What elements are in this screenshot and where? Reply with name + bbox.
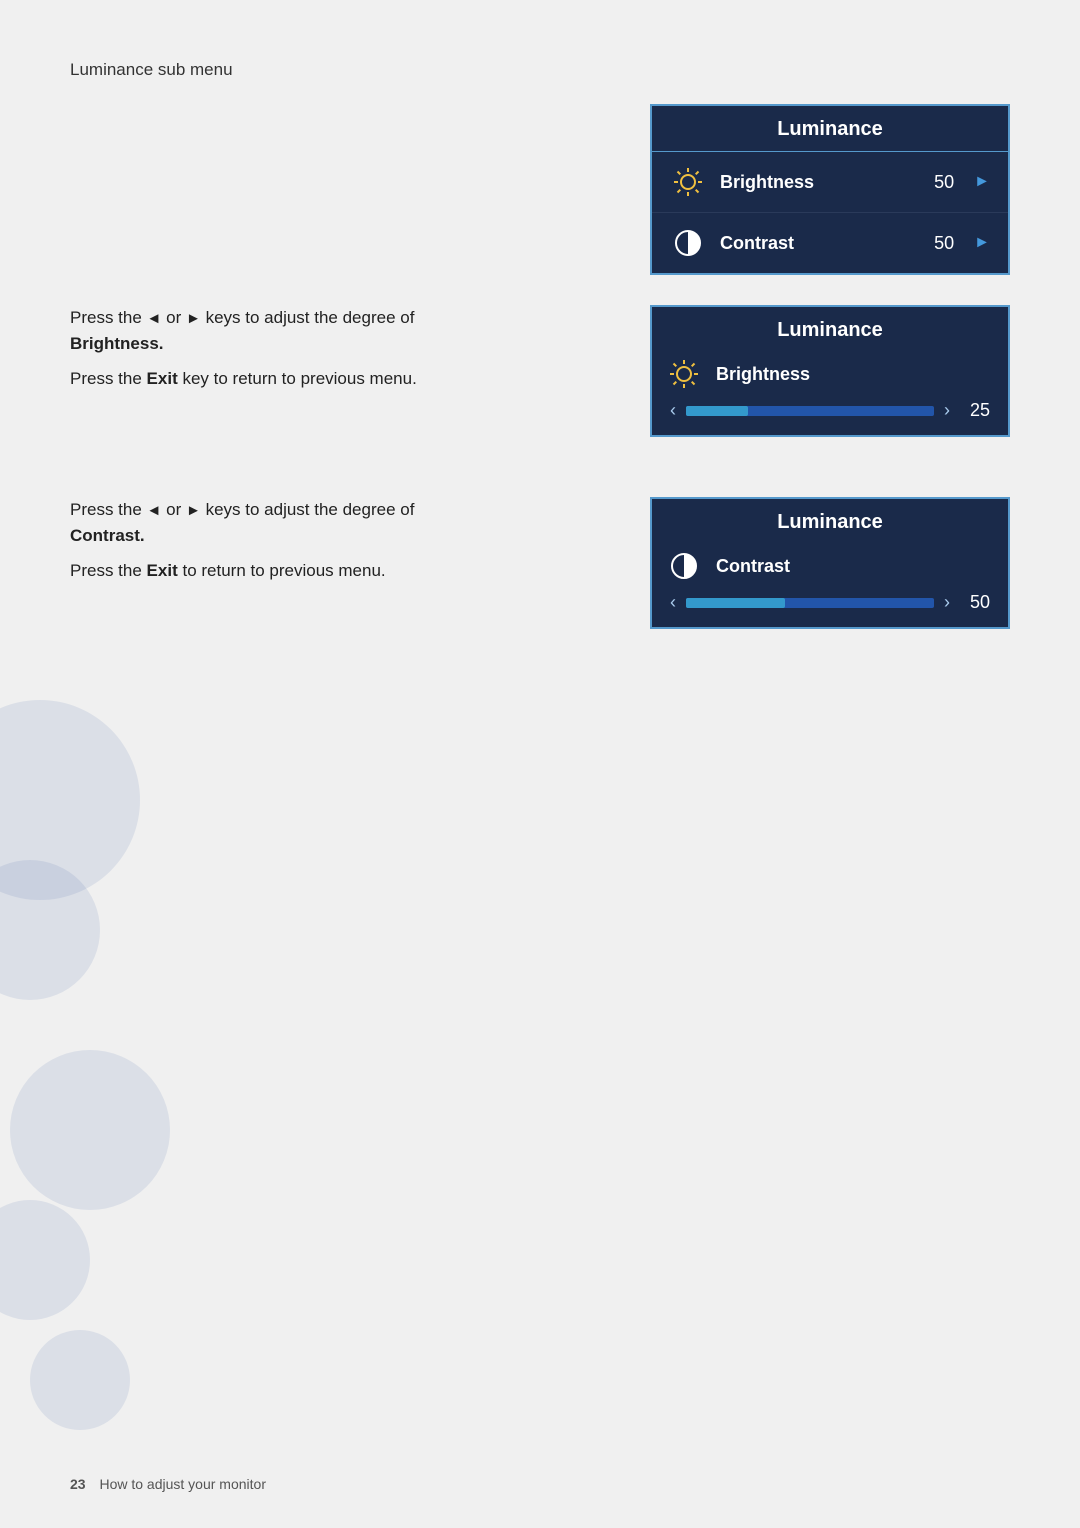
- brightness-slider-left-arrow: ‹: [670, 400, 676, 421]
- contrast-value: 50: [934, 233, 954, 254]
- contrast-label: Contrast: [720, 233, 920, 254]
- brightness-slider-value: 25: [960, 400, 990, 421]
- brightness-sub-icon: [666, 356, 702, 392]
- brightness-desc1-bold: Brightness.: [70, 334, 164, 353]
- brightness-desc1-or: or: [166, 308, 186, 327]
- contrast-slider-row: ‹ › 50: [652, 584, 1008, 627]
- contrast-desc1: Press the ◄ or ► keys to adjust the degr…: [70, 497, 610, 550]
- brightness-sub-label: Brightness: [716, 364, 810, 385]
- contrast-osd-title: Luminance: [652, 499, 1008, 544]
- contrast-desc1-or: or: [166, 500, 186, 519]
- brightness-exit-key: Exit: [147, 369, 178, 388]
- brightness-value: 50: [934, 172, 954, 193]
- contrast-description: Press the ◄ or ► keys to adjust the degr…: [70, 497, 610, 592]
- brightness-slider-row: ‹ › 25: [652, 392, 1008, 435]
- page-number: 23: [70, 1476, 86, 1492]
- brightness-desc1-after: keys to adjust the degree of: [206, 308, 415, 327]
- brightness-label: Brightness: [720, 172, 920, 193]
- contrast-osd-container: Luminance Contrast ‹ ›: [650, 497, 1010, 659]
- contrast-desc1-press: Press the: [70, 500, 147, 519]
- brightness-desc1-press: Press the: [70, 308, 147, 327]
- brightness-slider-right-arrow: ›: [944, 400, 950, 421]
- brightness-row: Brightness 50 ►: [652, 152, 1008, 213]
- contrast-slider-track: [686, 598, 934, 608]
- brightness-desc2: Press the Exit key to return to previous…: [70, 366, 610, 392]
- main-osd-container: Luminance: [650, 104, 1010, 275]
- contrast-sub-osd: Luminance Contrast ‹ ›: [650, 497, 1010, 629]
- contrast-slider-right-arrow: ›: [944, 592, 950, 613]
- brightness-description: Press the ◄ or ► keys to adjust the degr…: [70, 305, 610, 400]
- section-heading: Luminance sub menu: [70, 60, 1010, 80]
- brightness-osd-container: Luminance: [650, 305, 1010, 467]
- contrast-icon: [670, 225, 706, 261]
- contrast-slider-left-arrow: ‹: [670, 592, 676, 613]
- contrast-arrow: ►: [974, 234, 990, 252]
- contrast-right-arrow-icon: ►: [186, 499, 201, 522]
- contrast-left-arrow-icon: ◄: [147, 499, 162, 522]
- brightness-desc2-after: key to return to previous menu.: [182, 369, 416, 388]
- main-osd-title: Luminance: [652, 106, 1008, 152]
- brightness-left-arrow-icon: ◄: [147, 307, 162, 330]
- contrast-slider-fill: [686, 598, 785, 608]
- brightness-desc2-press: Press the: [70, 369, 147, 388]
- contrast-desc2-after: to return to previous menu.: [182, 561, 385, 580]
- page-footer: 23 How to adjust your monitor: [70, 1476, 266, 1492]
- brightness-slider-fill: [686, 406, 748, 416]
- contrast-desc2: Press the Exit to return to previous men…: [70, 558, 610, 584]
- brightness-desc1: Press the ◄ or ► keys to adjust the degr…: [70, 305, 610, 358]
- contrast-exit-key: Exit: [147, 561, 178, 580]
- brightness-slider-track: [686, 406, 934, 416]
- contrast-desc1-after: keys to adjust the degree of: [206, 500, 415, 519]
- footer-text: How to adjust your monitor: [99, 1476, 266, 1492]
- contrast-sub-icon: [666, 548, 702, 584]
- brightness-osd-title: Luminance: [652, 307, 1008, 352]
- contrast-slider-value: 50: [960, 592, 990, 613]
- contrast-desc1-bold: Contrast.: [70, 526, 145, 545]
- brightness-arrow: ►: [974, 173, 990, 191]
- contrast-sub-label: Contrast: [716, 556, 790, 577]
- brightness-right-arrow-icon: ►: [186, 307, 201, 330]
- contrast-row: Contrast 50 ►: [652, 213, 1008, 273]
- main-osd-box: Luminance: [650, 104, 1010, 275]
- brightness-icon: [670, 164, 706, 200]
- brightness-sub-osd: Luminance: [650, 305, 1010, 437]
- contrast-desc2-press: Press the: [70, 561, 147, 580]
